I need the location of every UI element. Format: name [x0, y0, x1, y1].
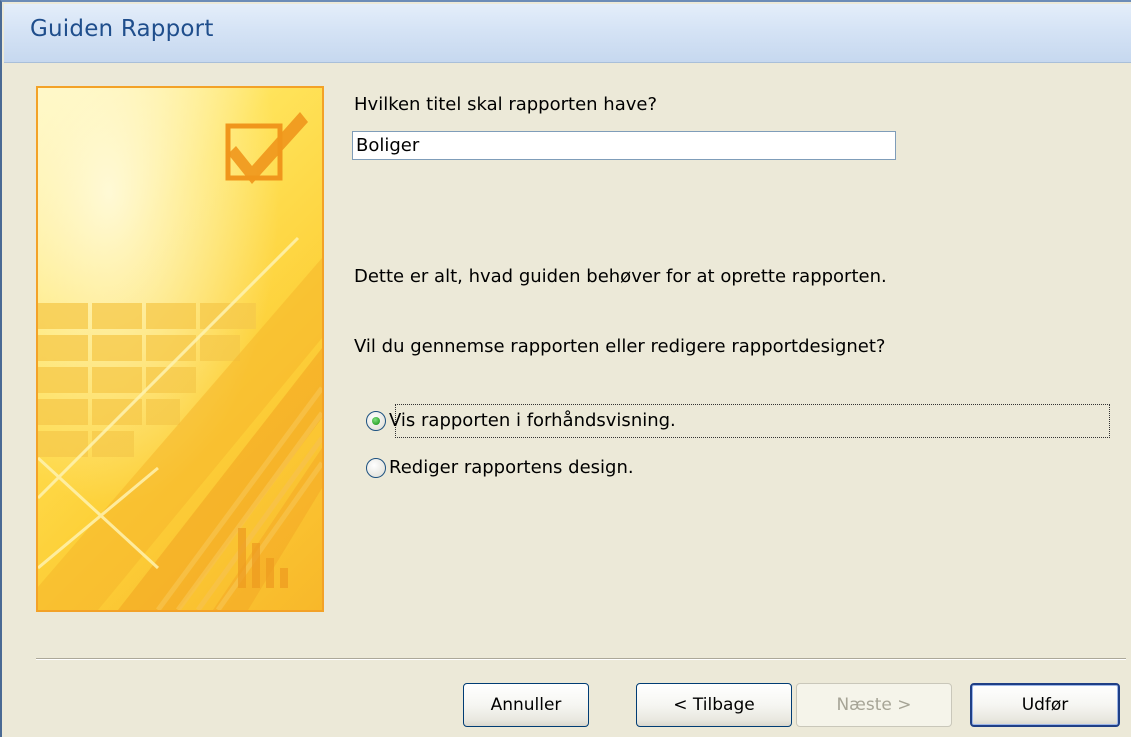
cancel-button[interactable]: Annuller [463, 683, 589, 727]
banner-artwork [38, 88, 322, 610]
next-button[interactable]: Næste > [796, 683, 952, 727]
finish-button[interactable]: Udfør [970, 683, 1120, 727]
next-action-question: Vil du gennemse rapporten eller redigere… [354, 336, 886, 357]
back-button[interactable]: < Tilbage [636, 683, 792, 727]
separator-line [36, 658, 1126, 660]
design-radio-button[interactable] [366, 457, 386, 478]
window-title: Guiden Rapport [30, 16, 214, 42]
info-text: Dette er alt, hvad guiden behøver for at… [354, 266, 887, 287]
option-preview-label[interactable]: Vis rapporten i forhåndsvisning. [389, 410, 676, 431]
option-design-label[interactable]: Rediger rapportens design. [389, 457, 634, 478]
title-bar: Guiden Rapport [4, 4, 1131, 63]
option-preview-report[interactable]: Vis rapporten i forhåndsvisning. [366, 410, 676, 431]
preview-radio-button[interactable] [366, 410, 386, 431]
wizard-banner-image [36, 86, 324, 612]
title-question-label: Hvilken titel skal rapporten have? [354, 94, 658, 115]
option-edit-design[interactable]: Rediger rapportens design. [366, 457, 634, 478]
report-title-input[interactable] [352, 131, 896, 160]
report-wizard-window: Guiden Rapport Hvilken titel skal rappor… [0, 0, 1131, 737]
